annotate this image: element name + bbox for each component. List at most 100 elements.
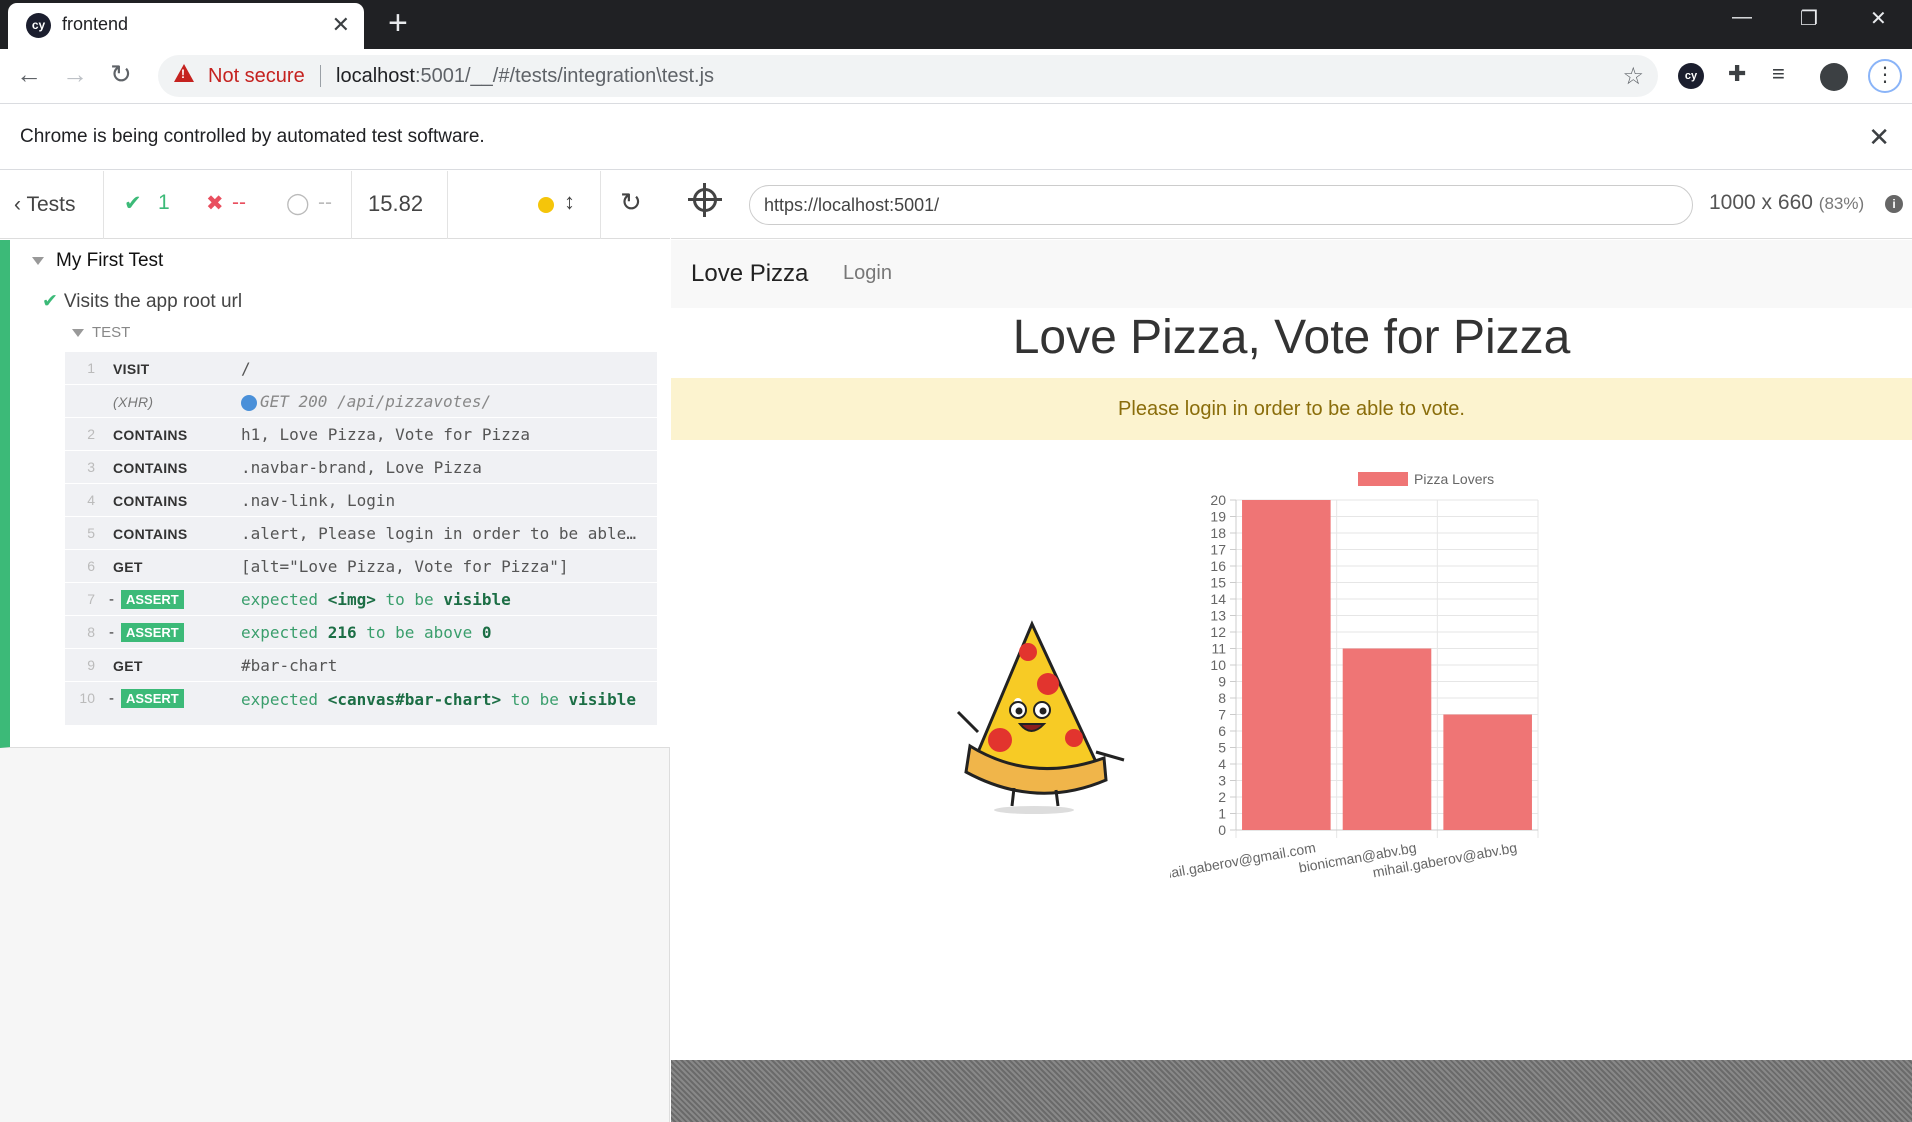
browser-tabbar: cy frontend ✕ + — ❐ ✕ — [0, 0, 1912, 49]
suite-title-text: My First Test — [56, 250, 164, 271]
profile-avatar-icon[interactable] — [1820, 63, 1848, 91]
y-tick-label: 4 — [1218, 756, 1226, 772]
forward-arrow-icon[interactable]: → — [62, 59, 88, 90]
tests-button[interactable]: ‹ Tests — [0, 171, 104, 239]
run-duration: 15.82 — [368, 191, 424, 216]
suite-title[interactable]: My First Test — [32, 250, 163, 272]
window-close-icon[interactable]: ✕ — [1870, 6, 1887, 31]
address-url: localhost:5001/__/#/tests/integration\te… — [336, 65, 714, 88]
command-number: 9 — [87, 657, 95, 673]
hook-title-text: TEST — [92, 324, 131, 341]
minimize-icon[interactable]: — — [1732, 6, 1752, 29]
failed-count[interactable]: -- — [232, 191, 246, 215]
command-row[interactable]: 5 CONTAINS .alert, Please login in order t… — [65, 517, 657, 550]
command-name: CONTAINS — [113, 427, 188, 443]
command-number: 4 — [87, 492, 95, 508]
command-message: expected <img> to be visible — [241, 590, 651, 609]
message-part: visible — [443, 590, 511, 609]
security-label: Not secure — [208, 65, 305, 87]
command-message: h1, Love Pizza, Vote for Pizza — [241, 425, 651, 444]
command-row[interactable]: 9 GET #bar-chart — [65, 649, 657, 682]
new-tab-icon[interactable]: + — [388, 4, 408, 43]
command-row[interactable]: 10- ASSERT expected <canvas#bar-chart> to … — [65, 682, 657, 726]
message-part: expected — [241, 590, 328, 609]
aut-url-field[interactable]: https://localhost:5001/ — [749, 185, 1693, 225]
command-row[interactable]: 6 GET [alt="Love Pizza, Vote for Pizza"] — [65, 550, 657, 583]
reload-icon[interactable]: ↻ — [110, 59, 132, 90]
rerun-icon[interactable]: ↻ — [620, 187, 642, 218]
command-row[interactable]: 3 CONTAINS .navbar-brand, Love Pizza — [65, 451, 657, 484]
bookmark-star-icon[interactable]: ☆ — [1622, 62, 1644, 91]
command-name: GET — [113, 559, 143, 575]
media-queue-icon[interactable]: ≡ — [1772, 61, 1785, 87]
restore-icon[interactable]: ❐ — [1800, 6, 1818, 31]
message-part: 0 — [481, 623, 492, 642]
infobar-close-icon[interactable]: ✕ — [1868, 122, 1890, 153]
aut-header: https://localhost:5001/ 1000 x 660 (83%)… — [671, 171, 1912, 239]
bar — [1443, 714, 1532, 830]
message-part: expected — [241, 690, 328, 709]
y-tick-label: 6 — [1218, 723, 1226, 739]
passed-count[interactable]: 1 — [158, 191, 170, 215]
y-tick-label: 14 — [1210, 591, 1226, 607]
login-alert: Please login in order to be able to vote… — [671, 378, 1912, 440]
command-row[interactable]: 7- ASSERT expected <img> to be visible — [65, 583, 657, 616]
command-message: .nav-link, Login — [241, 491, 651, 510]
bar-chart: Pizza Lovers0123456789101112131415161718… — [1170, 471, 1539, 884]
xhr-status-dot-icon — [241, 394, 257, 411]
browser-tab[interactable]: cy frontend ✕ — [8, 3, 364, 49]
y-tick-label: 3 — [1218, 773, 1226, 789]
test-title[interactable]: ✔ Visits the app root url — [42, 290, 242, 313]
command-message: expected 216 to be above 0 — [241, 623, 651, 642]
nav-link-login[interactable]: Login — [843, 262, 892, 285]
reporter-panel: My First Test ✔ Visits the app root url T… — [0, 240, 670, 1122]
url-host: localhost — [336, 65, 415, 87]
infobar-text: Chrome is being controlled by automated … — [20, 126, 485, 147]
autoscroll-toggle-icon[interactable]: ↕ — [564, 189, 575, 215]
command-number: 5 — [87, 525, 95, 541]
cypress-extension-icon[interactable]: cy — [1678, 63, 1704, 89]
legend-swatch — [1358, 472, 1408, 486]
command-row[interactable]: 4 CONTAINS .nav-link, Login — [65, 484, 657, 517]
message-part: <canvas#bar-chart> — [327, 690, 502, 709]
x-tick-label: mihail.gaberov@gmail.com — [1170, 839, 1317, 884]
tab-close-icon[interactable]: ✕ — [332, 12, 350, 38]
cypress-favicon-icon: cy — [26, 13, 51, 38]
chevron-left-icon: ‹ — [14, 193, 27, 216]
browser-toolbar: ← → ↻ Not secure localhost:5001/__/#/tes… — [0, 49, 1912, 104]
y-tick-label: 11 — [1211, 641, 1226, 657]
command-number: 10 — [79, 690, 95, 706]
back-arrow-icon[interactable]: ← — [16, 59, 42, 90]
navbar-brand[interactable]: Love Pizza — [691, 260, 808, 288]
running-indicator-icon — [538, 197, 554, 213]
assert-badge: ASSERT — [121, 590, 184, 609]
command-row[interactable]: 1 VISIT / — [65, 352, 657, 385]
command-message-text: GET 200 /api/pizzavotes/ — [260, 392, 492, 411]
command-name: (XHR) — [113, 394, 154, 410]
address-bar[interactable]: Not secure localhost:5001/__/#/tests/int… — [158, 55, 1658, 97]
pizza-mascot-image — [956, 620, 1125, 814]
command-row[interactable]: 2 CONTAINS h1, Love Pizza, Vote for Pizza — [65, 418, 657, 451]
command-message: / — [241, 359, 651, 378]
y-tick-label: 7 — [1218, 707, 1226, 723]
chrome-menu-icon[interactable]: ⋮ — [1868, 59, 1902, 93]
hook-title[interactable]: TEST — [72, 324, 130, 341]
y-tick-label: 19 — [1210, 509, 1226, 525]
assert-dash: - — [109, 591, 114, 608]
y-tick-label: 0 — [1218, 822, 1226, 838]
command-row[interactable]: (XHR) GET 200 /api/pizzavotes/ — [65, 385, 657, 418]
passed-check-icon: ✔ — [124, 192, 142, 215]
viewport-info-icon[interactable]: i — [1885, 195, 1903, 213]
extensions-puzzle-icon[interactable]: ✚ — [1728, 61, 1746, 87]
command-message-text: h1, Love Pizza, Vote for Pizza — [241, 425, 530, 444]
command-message: expected <canvas#bar-chart> to be visibl… — [241, 689, 651, 711]
command-message-text: .nav-link, Login — [241, 491, 396, 510]
bar — [1342, 648, 1432, 830]
y-tick-label: 20 — [1210, 492, 1226, 508]
command-row[interactable]: 8- ASSERT expected 216 to be above 0 — [65, 616, 657, 649]
pending-circle-icon: ◯ — [286, 192, 310, 215]
selector-playground-crosshair-icon[interactable] — [688, 183, 722, 217]
bar — [1242, 500, 1331, 830]
hook-caret-icon — [72, 329, 84, 338]
pending-count[interactable]: -- — [318, 191, 332, 215]
